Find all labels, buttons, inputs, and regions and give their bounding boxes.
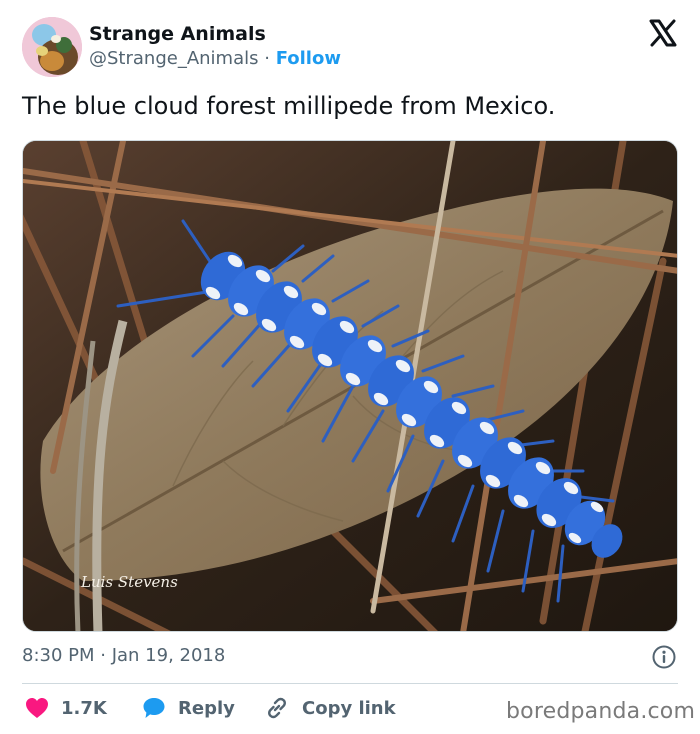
- tweet-photo[interactable]: Luis Stevens: [22, 140, 678, 632]
- tweet-text: The blue cloud forest millipede from Mex…: [22, 92, 556, 120]
- separator: ·: [264, 48, 270, 69]
- heart-icon: [26, 698, 48, 718]
- handle[interactable]: @Strange_Animals: [89, 48, 259, 69]
- reply-button[interactable]: Reply: [142, 694, 235, 722]
- like-count: 1.7K: [61, 697, 107, 719]
- millipede-photo: Luis Stevens: [23, 141, 677, 631]
- timestamp[interactable]: 8:30 PM · Jan 19, 2018: [22, 645, 225, 666]
- avatar[interactable]: [22, 17, 82, 77]
- handle-row: @Strange_Animals · Follow: [89, 48, 341, 69]
- link-icon: [268, 697, 286, 719]
- divider: [22, 683, 678, 684]
- follow-button[interactable]: Follow: [276, 48, 341, 69]
- reply-label: Reply: [178, 697, 235, 719]
- avatar-image: [22, 17, 82, 77]
- like-button[interactable]: 1.7K: [25, 694, 107, 722]
- photo-credit: Luis Stevens: [80, 573, 178, 591]
- copy-link-button[interactable]: Copy link: [264, 694, 396, 722]
- copy-link-label: Copy link: [302, 697, 396, 719]
- tweet-card: Strange Animals @Strange_Animals · Follo…: [0, 0, 700, 734]
- watermark: boredpanda.com: [506, 699, 696, 724]
- speech-bubble-icon: [143, 698, 165, 718]
- display-name[interactable]: Strange Animals: [89, 23, 266, 45]
- x-logo-icon[interactable]: [648, 18, 678, 48]
- info-icon[interactable]: [651, 644, 677, 670]
